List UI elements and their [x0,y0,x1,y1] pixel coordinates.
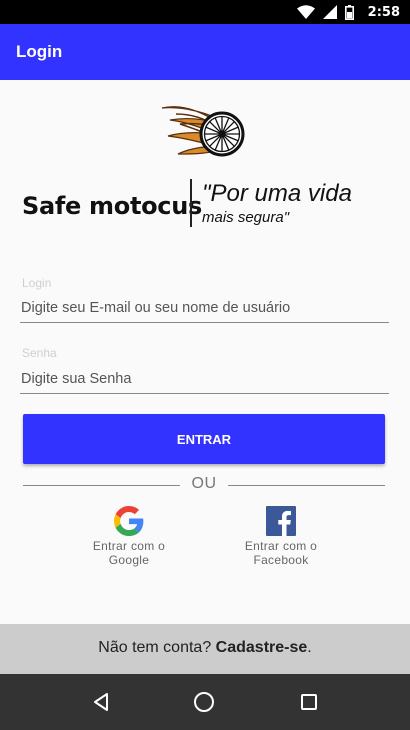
signup-suffix: . [307,639,312,656]
signup-bar[interactable]: Não tem conta? Cadastre-se. [0,624,410,674]
signup-link[interactable]: Cadastre-se [216,639,308,656]
facebook-login-label: Entrar com o Facebook [244,539,318,567]
app-bar: Login [0,24,410,80]
battery-icon [344,4,354,20]
flaming-wheel-icon [161,106,245,157]
status-time: 2:58 [367,4,400,20]
navigation-bar [0,674,410,730]
status-icons: 2:58 [296,4,400,20]
wifi-icon [296,5,315,19]
password-field-label: Senha [22,346,57,360]
home-icon[interactable] [190,688,218,716]
login-button[interactable]: ENTRAR [23,414,385,464]
slogan-line-1: "Por uma vida [202,180,352,207]
google-icon [114,506,144,536]
google-login-button[interactable]: Entrar com o Google [74,506,184,570]
login-form: Safe motocus "Por uma vida mais segura" … [0,80,410,624]
google-login-label: Entrar com o Google [92,539,166,567]
slogan-line-2: mais segura" [202,209,290,226]
back-icon[interactable] [87,688,115,716]
status-bar: 2:58 [0,0,410,24]
brand-divider [190,179,192,227]
facebook-login-button[interactable]: Entrar com o Facebook [226,506,336,570]
login-input[interactable] [20,293,389,323]
recents-icon[interactable] [295,688,323,716]
password-input[interactable] [20,364,389,394]
signup-prompt: Não tem conta? [98,639,216,656]
login-field-label: Login [22,276,52,290]
page-title: Login [16,42,63,61]
signal-icon [322,5,337,19]
divider-line-right [228,485,385,486]
divider-line-left [23,485,180,486]
divider-label: OU [191,475,217,492]
facebook-icon [266,506,296,536]
signup-text: Não tem conta? Cadastre-se. [98,639,311,657]
brand-name: Safe motocus [22,192,203,220]
